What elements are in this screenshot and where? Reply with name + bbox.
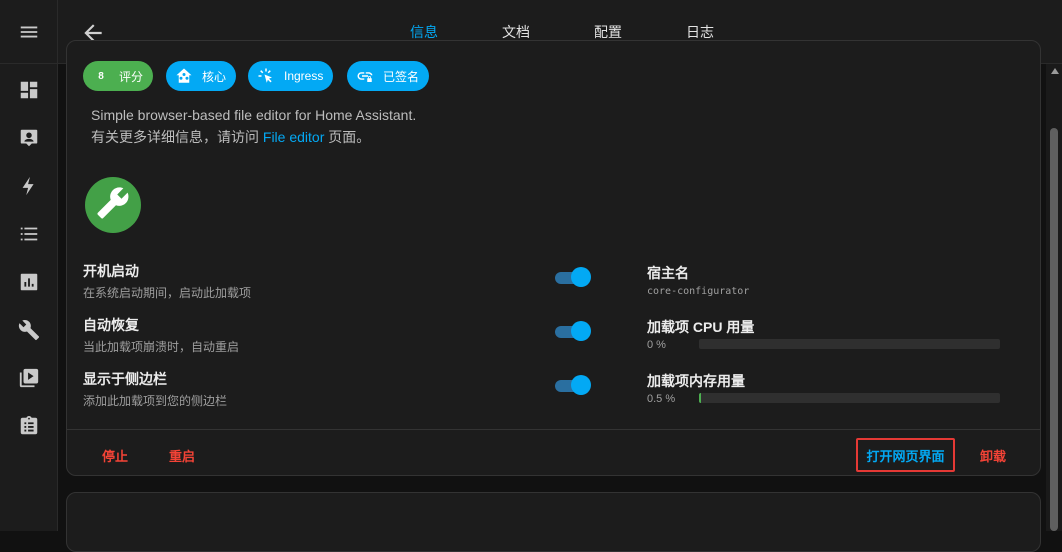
sidebar xyxy=(0,0,58,531)
list-icon xyxy=(18,223,40,250)
sidebar-header xyxy=(0,0,57,64)
watchdog-title: 自动恢复 xyxy=(83,317,139,333)
start-on-boot-toggle[interactable] xyxy=(555,267,591,289)
memory-usage-label: 加载项内存用量 xyxy=(647,373,745,389)
watchdog-subtitle: 当此加载项崩溃时，自动重启 xyxy=(83,340,240,354)
memory-usage-value: 0.5 % xyxy=(647,393,676,405)
sidebar-item-map[interactable] xyxy=(0,116,58,164)
secondary-card xyxy=(66,492,1041,552)
sidebar-item-history[interactable] xyxy=(0,260,58,308)
memory-usage-bar xyxy=(699,393,1000,403)
cpu-usage-bar xyxy=(699,339,1000,349)
addon-info-card: 8 评分 核心 Ingress 已签名 Simple browser-based… xyxy=(66,40,1041,476)
rating-number: 8 xyxy=(98,70,104,82)
stop-button[interactable]: 停止 xyxy=(91,438,139,472)
addon-docs-hint: 有关更多详细信息，请访问 File editor 页面。 xyxy=(91,127,370,147)
docs-hint-prefix: 有关更多详细信息，请访问 xyxy=(91,129,263,145)
rating-chip[interactable]: 8 评分 xyxy=(83,61,154,91)
signed-chip[interactable]: 已签名 xyxy=(347,61,430,91)
scroll-up-arrow-icon[interactable] xyxy=(1051,68,1059,74)
addon-logo xyxy=(85,177,141,233)
show-in-sidebar-toggle[interactable] xyxy=(555,375,591,397)
sidebar-item-overview[interactable] xyxy=(0,68,58,116)
addon-description: Simple browser-based file editor for Hom… xyxy=(91,107,417,123)
start-on-boot-title: 开机启动 xyxy=(83,263,139,279)
core-chip[interactable]: 核心 xyxy=(166,61,237,91)
docs-hint-suffix: 页面。 xyxy=(324,129,371,145)
cursor-click-icon xyxy=(256,66,276,86)
sidebar-item-logbook[interactable] xyxy=(0,212,58,260)
clipboard-list-icon xyxy=(18,415,40,442)
file-editor-link[interactable]: File editor xyxy=(263,129,324,145)
cpu-usage-label: 加载项 CPU 用量 xyxy=(647,319,755,335)
wrench-icon xyxy=(96,186,130,225)
memory-usage-fill xyxy=(699,393,701,403)
sidebar-item-todo[interactable] xyxy=(0,404,58,452)
rating-chip-label: 评分 xyxy=(119,69,144,84)
link-lock-icon xyxy=(355,66,375,86)
hostname-value: core-configurator xyxy=(647,286,750,297)
show-in-sidebar-title: 显示于侧边栏 xyxy=(83,371,167,387)
lightning-icon xyxy=(18,175,40,202)
account-box-icon xyxy=(18,127,40,154)
wrench-icon xyxy=(18,319,40,346)
actions-divider xyxy=(67,429,1040,430)
restart-button[interactable]: 重启 xyxy=(158,438,206,472)
menu-icon[interactable] xyxy=(18,21,40,43)
ingress-chip-label: Ingress xyxy=(284,69,324,83)
sidebar-item-media[interactable] xyxy=(0,356,58,404)
sidebar-item-energy[interactable] xyxy=(0,164,58,212)
chart-box-icon xyxy=(18,271,40,298)
ingress-chip[interactable]: Ingress xyxy=(248,61,334,91)
signed-chip-label: 已签名 xyxy=(383,69,420,84)
home-assistant-icon xyxy=(174,66,194,86)
open-web-ui-button[interactable]: 打开网页界面 xyxy=(856,438,955,472)
hostname-label: 宿主名 xyxy=(647,265,689,281)
play-box-icon xyxy=(18,367,40,394)
core-chip-label: 核心 xyxy=(202,69,227,84)
scrollbar-thumb[interactable] xyxy=(1050,128,1058,531)
start-on-boot-subtitle: 在系统启动期间，启动此加载项 xyxy=(83,286,252,300)
uninstall-button[interactable]: 卸载 xyxy=(969,438,1017,472)
show-in-sidebar-subtitle: 添加此加载项到您的侧边栏 xyxy=(83,394,228,408)
cpu-usage-value: 0 % xyxy=(647,339,666,351)
dashboard-icon xyxy=(18,79,40,106)
watchdog-toggle[interactable] xyxy=(555,321,591,343)
sidebar-item-file-editor[interactable] xyxy=(0,308,58,356)
